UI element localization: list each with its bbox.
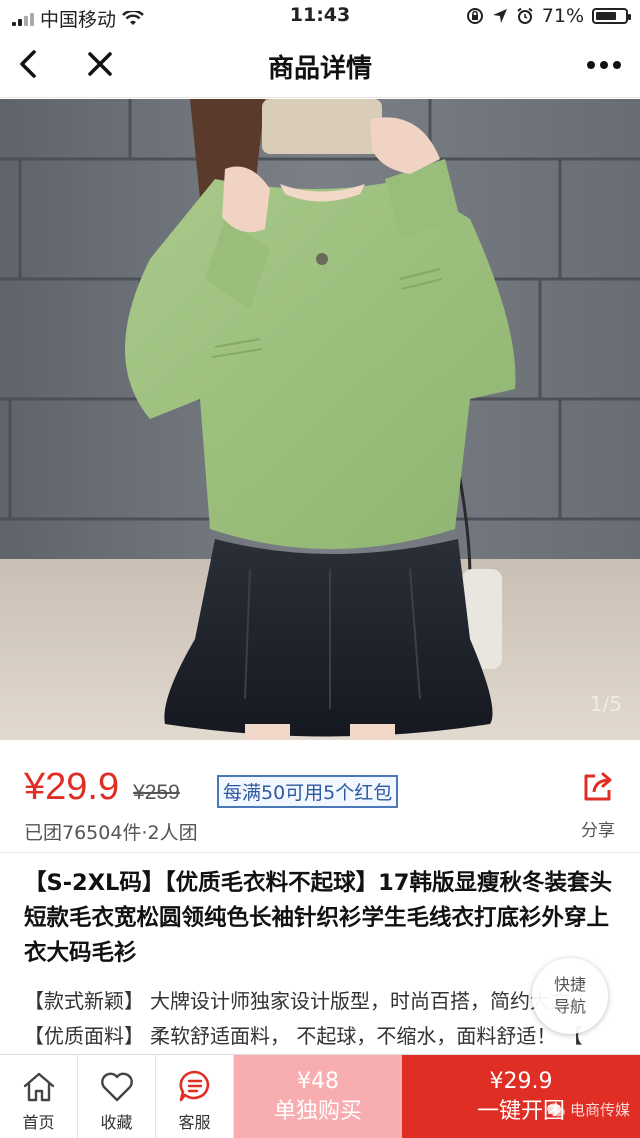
battery-icon <box>592 8 631 24</box>
more-menu-button[interactable] <box>582 52 626 78</box>
service-label: 客服 <box>178 1113 211 1132</box>
close-button[interactable] <box>80 44 120 84</box>
home-icon <box>23 1072 54 1102</box>
product-photo <box>0 99 640 740</box>
chat-icon <box>179 1070 209 1102</box>
buy-alone-button[interactable]: ¥48 单独购买 <box>234 1055 402 1138</box>
service-tab[interactable]: 客服 <box>156 1055 234 1138</box>
desc-tag: 【优质面料】 <box>24 1024 144 1048</box>
home-label: 首页 <box>22 1113 55 1132</box>
watermark-text: 电商传媒 <box>569 1101 630 1119</box>
favorite-tab[interactable]: 收藏 <box>78 1055 156 1138</box>
more-dots-icon <box>587 61 621 69</box>
bottom-action-bar: 首页 收藏 客服 ¥48 单独购买 ¥29.9 一键开团 电商传媒 <box>0 1054 640 1138</box>
back-button[interactable] <box>10 44 50 84</box>
product-title: 【S-2XL码】【优质毛衣料不起球】17韩版显瘦秋冬装套头短款毛衣宽松圆领纯色长… <box>24 870 612 966</box>
buy-alone-label: 单独购买 <box>273 1099 362 1124</box>
close-icon <box>88 52 112 76</box>
original-price: ¥259 <box>133 781 180 804</box>
quick-nav-label-1: 快捷 <box>553 975 586 994</box>
alarm-icon <box>517 7 533 24</box>
coupon-badge[interactable]: 每满50可用5个红包 <box>217 775 399 808</box>
battery-percent: 71% <box>541 5 584 27</box>
section-divider <box>0 852 640 853</box>
group-price: ¥29.9 <box>489 1069 553 1094</box>
back-arrow-icon <box>20 50 36 78</box>
start-group-button[interactable]: ¥29.9 一键开团 电商传媒 <box>402 1055 640 1138</box>
wechat-icon <box>546 1103 565 1117</box>
quick-nav-label-2: 导航 <box>553 997 586 1016</box>
home-tab[interactable]: 首页 <box>0 1055 78 1138</box>
heart-icon <box>100 1072 133 1102</box>
favorite-label: 收藏 <box>100 1113 133 1132</box>
product-image-carousel[interactable]: 1/5 <box>0 99 640 740</box>
share-button[interactable]: 分享 <box>572 770 624 842</box>
location-icon <box>492 9 507 23</box>
share-icon <box>584 772 612 801</box>
status-right: 71% <box>466 5 631 27</box>
product-detail-page: 中国移动 11:43 71% 商品详情 1/5 ¥29.9 ¥259 每满50可… <box>0 0 640 1138</box>
watermark: 电商传媒 <box>546 1095 630 1125</box>
orientation-lock-icon <box>466 8 483 24</box>
desc-text: 柔软舒适面料， 不起球，不缩水，面料舒适！ 【 <box>150 1024 583 1048</box>
share-label: 分享 <box>581 821 615 841</box>
status-bar: 中国移动 11:43 71% <box>0 0 640 32</box>
quick-nav-button[interactable]: 快捷 导航 <box>532 958 608 1034</box>
battery-fill <box>596 12 616 20</box>
image-counter: 1/5 <box>589 692 622 716</box>
navigation-bar: 商品详情 <box>0 32 640 98</box>
sold-count: 已团76504件·2人团 <box>24 822 198 844</box>
buy-alone-price: ¥48 <box>297 1069 339 1094</box>
current-price: ¥29.9 <box>24 766 120 808</box>
desc-tag: 【款式新颖】 <box>24 989 144 1013</box>
price-row: ¥29.9 ¥259 <box>24 766 180 809</box>
desc-text: 大牌设计师独家设计版型，时尚百搭，简约大方 <box>150 989 570 1013</box>
